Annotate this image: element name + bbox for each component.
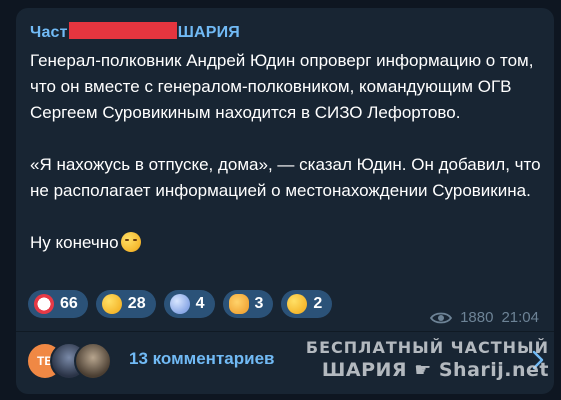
channel-name-end: ШАРИЯ bbox=[177, 24, 240, 41]
paragraph: Генерал-полковник Андрей Юдин опроверг и… bbox=[30, 51, 534, 122]
paragraph-text: Ну конечно bbox=[30, 233, 119, 252]
channel-name[interactable]: Част ШАРИЯ bbox=[30, 22, 240, 42]
reaction-woozy[interactable]: 2 bbox=[281, 290, 333, 318]
reaction-count: 2 bbox=[313, 295, 323, 312]
watermark-line1: БЕСПЛАТНЫЙ ЧАСТНЫЙ bbox=[305, 338, 549, 357]
comments-label: 13 комментариев bbox=[129, 349, 275, 368]
reaction-count: 66 bbox=[60, 295, 78, 312]
smirk-emoji-icon bbox=[120, 232, 141, 252]
reaction-grin[interactable]: 28 bbox=[95, 290, 156, 318]
watermark-word: ШАРИЯ bbox=[321, 359, 408, 381]
message-time: 21:04 bbox=[501, 309, 539, 326]
paragraph: Ну конечно bbox=[30, 230, 550, 256]
message-meta: 1880 21:04 bbox=[430, 309, 539, 326]
reaction-clown[interactable]: 66 bbox=[28, 290, 88, 318]
commenter-avatars: ТВ bbox=[26, 342, 112, 380]
woozy-emoji-icon bbox=[287, 294, 308, 314]
view-count: 1880 bbox=[460, 309, 494, 326]
avatar bbox=[74, 342, 112, 380]
scream-emoji-icon bbox=[169, 294, 190, 314]
redaction-bar bbox=[68, 22, 177, 39]
thumbs-up-emoji-icon bbox=[228, 294, 249, 314]
pointing-hand-icon: ☛ bbox=[414, 359, 432, 381]
paragraph: «Я нахожусь в отпуске, дома», — сказал Ю… bbox=[30, 155, 541, 200]
clown-emoji-icon bbox=[34, 294, 54, 314]
watermark-line2: ШАРИЯ ☛ Sharij.net bbox=[306, 359, 549, 381]
reaction-count: 28 bbox=[127, 295, 146, 312]
watermark: БЕСПЛАТНЫЙ ЧАСТНЫЙ ШАРИЯ ☛ Sharij.net bbox=[306, 337, 549, 381]
reaction-count: 4 bbox=[195, 295, 205, 312]
reaction-thumbs-up[interactable]: 3 bbox=[222, 290, 274, 318]
eye-icon bbox=[430, 312, 453, 323]
reactions-bar: 66 28 4 3 2 bbox=[28, 290, 333, 318]
grin-emoji-icon bbox=[101, 294, 122, 314]
reaction-scream[interactable]: 4 bbox=[163, 290, 215, 318]
reaction-count: 3 bbox=[254, 295, 264, 312]
message-text: Генерал-полковник Андрей Юдин опроверг и… bbox=[30, 48, 550, 282]
channel-name-start: Част bbox=[30, 24, 68, 41]
watermark-site: Sharij.net bbox=[438, 359, 549, 381]
